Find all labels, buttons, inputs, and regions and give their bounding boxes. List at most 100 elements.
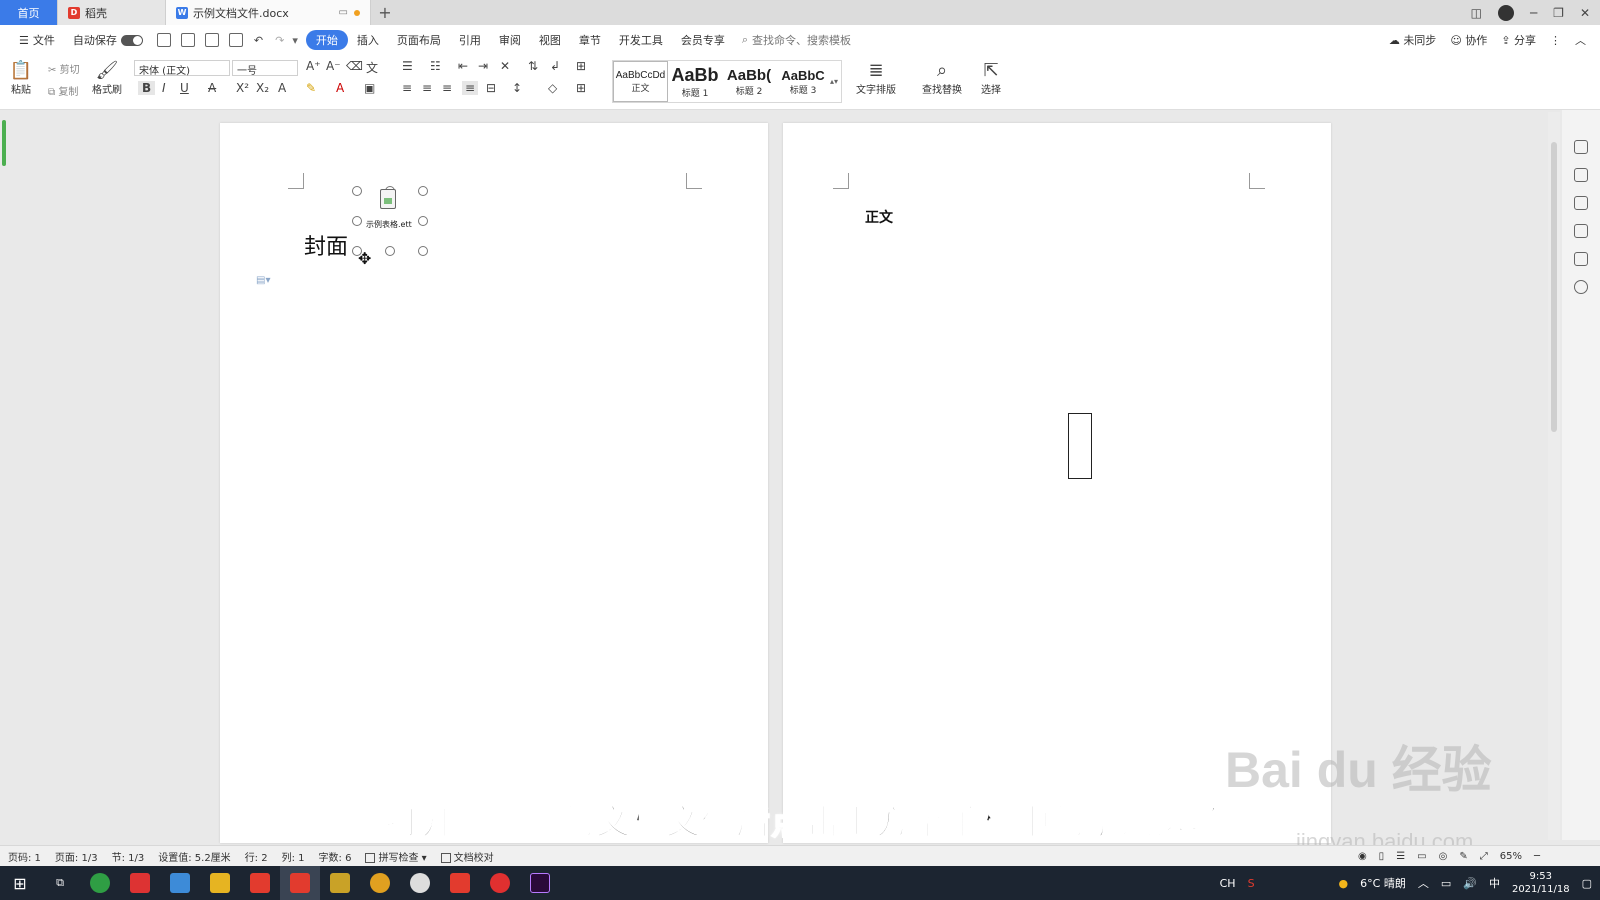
autosave-toggle[interactable]: 自动保存 [64, 32, 152, 48]
status-section[interactable]: 节: 1/3 [112, 849, 145, 864]
sogou-icon[interactable]: S [1248, 877, 1255, 890]
status-pages[interactable]: 页面: 1/3 [55, 849, 98, 864]
numbered-list-icon[interactable]: ☷ [430, 59, 441, 73]
align-center-icon[interactable]: ≡ [422, 81, 432, 95]
style-normal[interactable]: AaBbCcDd 正文 [613, 61, 668, 102]
menu-insert[interactable]: 插入 [348, 32, 388, 48]
menu-start[interactable]: 开始 [305, 30, 348, 50]
app-icon[interactable] [120, 866, 160, 900]
font-color-icon[interactable]: A [336, 81, 344, 95]
format-painter-button[interactable]: 🖌 格式刷 [92, 59, 122, 97]
highlight-icon[interactable]: ✎ [306, 81, 316, 95]
write-view-icon[interactable]: ✎ [1459, 851, 1467, 862]
page-cover[interactable]: 封面 示例表格.ett ✥ ▤▾ [220, 123, 768, 843]
undo-icon[interactable]: ↶ [254, 34, 263, 47]
justify-icon[interactable]: ≡ [462, 81, 479, 95]
zoom-fit-icon[interactable]: ⤢ [1480, 851, 1488, 862]
print-icon[interactable] [204, 33, 219, 47]
font-name-select[interactable]: 宋体 (正文) [134, 60, 230, 77]
rectangle-shape[interactable] [1068, 413, 1092, 479]
align-left-icon[interactable]: ≡ [402, 81, 412, 95]
table-tools-icon[interactable]: ⊞ [576, 59, 586, 73]
line-spacing-icon[interactable]: ↕ [512, 81, 522, 95]
volume-icon[interactable]: 🔊 [1463, 877, 1477, 890]
wps-writer-icon[interactable] [280, 866, 320, 900]
chrome-icon[interactable] [80, 866, 120, 900]
indent-icon[interactable]: ⇥ [478, 59, 488, 73]
tab-home[interactable]: 首页 [0, 0, 58, 25]
status-setting[interactable]: 设置值: 5.2厘米 [158, 849, 230, 864]
export-icon[interactable] [180, 33, 195, 47]
cover-title[interactable]: 封面 [304, 229, 348, 261]
screen-icon[interactable]: ▭ [339, 7, 348, 18]
style-panel-icon[interactable] [1574, 140, 1588, 154]
strikethrough-icon[interactable]: A [208, 81, 216, 95]
outdent-icon[interactable]: ⇤ [458, 59, 468, 73]
minimize-icon[interactable]: ─ [1530, 6, 1537, 20]
chrome-icon[interactable] [360, 866, 400, 900]
text-layout-button[interactable]: ≣ 文字排版 [856, 59, 896, 97]
menu-member[interactable]: 会员专享 [672, 32, 734, 48]
language-indicator[interactable]: 中 [1489, 875, 1500, 891]
file-menu[interactable]: ☰ 文件 [10, 32, 64, 48]
layout-icon[interactable]: ◫ [1471, 6, 1482, 20]
resize-handle[interactable] [352, 186, 362, 196]
proofread-button[interactable]: 文档校对 [440, 849, 494, 864]
clear-format-icon[interactable]: ⌫ [346, 59, 363, 73]
netease-music-icon[interactable] [480, 866, 520, 900]
cut-button[interactable]: ✂ 剪切 [48, 61, 80, 76]
chinese-layout-icon[interactable]: ✕ [500, 59, 510, 73]
menu-page-layout[interactable]: 页面布局 [388, 32, 450, 48]
notification-icon[interactable]: ▢ [1582, 877, 1592, 890]
tray-expand-icon[interactable]: ︿ [1418, 875, 1429, 891]
resize-handle[interactable] [352, 216, 362, 226]
grow-font-icon[interactable]: A⁺ [306, 59, 321, 73]
quick-access-dropdown-icon[interactable]: ▾ [292, 34, 298, 47]
settings-panel-icon[interactable] [1574, 224, 1588, 238]
resize-handle[interactable] [418, 216, 428, 226]
sort-icon[interactable]: ⇅ [528, 59, 538, 73]
scrollbar-thumb[interactable] [1551, 142, 1557, 432]
weather-text[interactable]: 6°C 晴朗 [1360, 875, 1406, 891]
edit-panel-icon[interactable] [1574, 168, 1588, 182]
windows-start-icon[interactable]: ⊞ [0, 866, 40, 900]
page-view-icon[interactable]: ▯ [1379, 851, 1385, 862]
italic-icon[interactable]: I [162, 81, 166, 95]
notes-icon[interactable] [160, 866, 200, 900]
show-marks-icon[interactable]: ↲ [550, 59, 560, 73]
select-panel-icon[interactable] [1574, 196, 1588, 210]
redo-icon[interactable]: ↷ [275, 34, 284, 47]
close-icon[interactable]: ✕ [1580, 6, 1590, 20]
menu-view[interactable]: 视图 [530, 32, 570, 48]
restore-icon[interactable]: ❐ [1553, 6, 1564, 20]
char-border-icon[interactable]: ▣ [364, 81, 375, 95]
ime-indicator[interactable]: CH [1220, 877, 1236, 890]
help-icon[interactable] [1574, 280, 1588, 294]
image-panel-icon[interactable] [1574, 252, 1588, 266]
app-store-icon[interactable] [400, 866, 440, 900]
web-view-icon[interactable]: ◎ [1439, 851, 1448, 862]
new-tab-button[interactable]: + [371, 0, 399, 25]
avatar[interactable] [1497, 4, 1514, 21]
collapse-ribbon-icon[interactable]: ︿ [1575, 32, 1586, 48]
read-view-icon[interactable]: ▭ [1417, 851, 1426, 862]
borders-icon[interactable]: ⊞ [576, 81, 586, 95]
copy-button[interactable]: ⧉ 复制 [48, 83, 78, 98]
resize-handle[interactable] [385, 246, 395, 256]
body-text[interactable]: 正文 [865, 207, 893, 227]
style-heading-1[interactable]: AaBb 标题 1 [668, 61, 722, 102]
calendar-app-icon[interactable] [320, 866, 360, 900]
file-explorer-icon[interactable] [200, 866, 240, 900]
clock[interactable]: 9:53 2021/11/18 [1512, 870, 1570, 896]
bullet-list-icon[interactable]: ☰ [402, 59, 413, 73]
distribute-icon[interactable]: ⊟ [486, 81, 496, 95]
zoom-out-icon[interactable]: ─ [1534, 851, 1540, 862]
menu-chapter[interactable]: 章节 [570, 32, 610, 48]
spreadsheet-file-icon[interactable] [380, 189, 396, 209]
select-button[interactable]: ⇱ 选择 [980, 59, 1002, 97]
menu-references[interactable]: 引用 [450, 32, 490, 48]
wps-office-icon[interactable] [440, 866, 480, 900]
tab-daoke[interactable]: D 稻壳 [58, 0, 166, 25]
superscript-icon[interactable]: X² [236, 81, 249, 95]
shading-icon[interactable]: ◇ [548, 81, 557, 95]
